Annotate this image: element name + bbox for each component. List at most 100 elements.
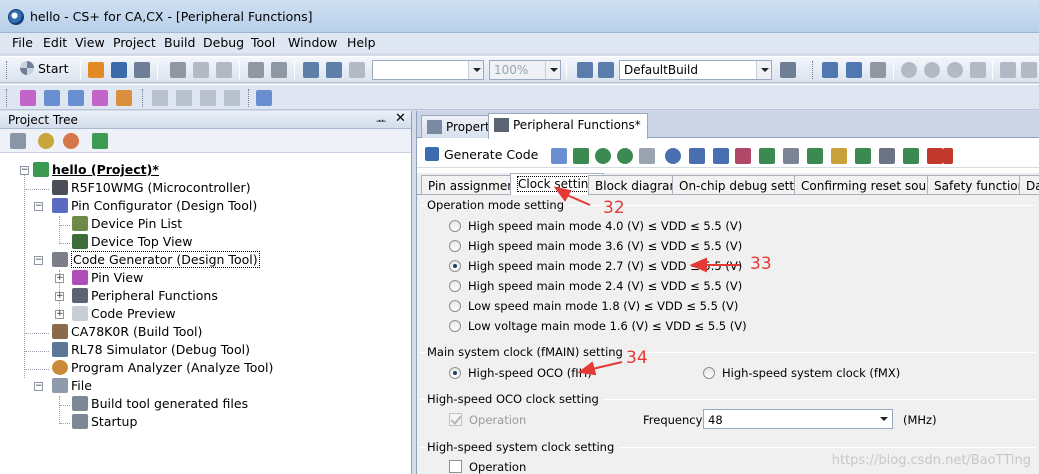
stop-icon[interactable] xyxy=(901,62,917,78)
menu-window[interactable]: Window xyxy=(288,35,337,50)
peripheral-icon[interactable] xyxy=(855,148,871,164)
clock-icon[interactable] xyxy=(38,133,54,149)
paste-icon[interactable] xyxy=(216,62,232,78)
peripheral-icon[interactable] xyxy=(617,148,633,164)
chevron-down-icon[interactable] xyxy=(545,61,560,79)
comment-icon[interactable] xyxy=(176,90,192,106)
menu-view[interactable]: View xyxy=(75,35,105,50)
radio-operation-mode-6[interactable]: Low voltage main mode 1.6 (V) ≤ VDD ≤ 5.… xyxy=(449,319,747,333)
checkbox[interactable] xyxy=(449,460,462,473)
radio-button[interactable] xyxy=(449,280,461,292)
radio-operation-mode-5[interactable]: Low speed main mode 1.8 (V) ≤ VDD ≤ 5.5 … xyxy=(449,299,738,313)
peripheral-icon[interactable] xyxy=(879,148,895,164)
peripheral-icon[interactable] xyxy=(735,148,751,164)
layout-icon[interactable] xyxy=(256,90,272,106)
tree-node-debug-tool[interactable]: RL78 Simulator (Debug Tool) xyxy=(52,342,250,360)
tree-node-build-tool-generated-files[interactable]: Build tool generated files xyxy=(72,396,248,414)
save-all-icon[interactable] xyxy=(134,62,150,78)
tree-expand-toggle[interactable]: + xyxy=(55,292,64,301)
chevron-down-icon[interactable] xyxy=(756,61,771,79)
tab-data-flash[interactable]: Da xyxy=(1019,175,1039,195)
peripheral-icon[interactable] xyxy=(759,148,775,164)
connect-icon[interactable] xyxy=(846,62,862,78)
battery-icon[interactable] xyxy=(943,148,953,164)
bookmark-clear-icon[interactable] xyxy=(116,90,132,106)
radio-button[interactable] xyxy=(449,320,461,332)
menu-tool[interactable]: Tool xyxy=(251,35,275,50)
radio-operation-mode-4[interactable]: High speed main mode 2.4 (V) ≤ VDD ≤ 5.5… xyxy=(449,279,742,293)
undo-icon[interactable] xyxy=(248,62,264,78)
go-icon[interactable] xyxy=(924,62,940,78)
peripheral-icon[interactable] xyxy=(595,148,611,164)
step-over-icon[interactable] xyxy=(1021,62,1037,78)
bookmark-prev-icon[interactable] xyxy=(68,90,84,106)
radio-button[interactable] xyxy=(449,220,461,232)
refresh-icon[interactable] xyxy=(92,133,108,149)
toolbar-grip[interactable] xyxy=(142,89,145,107)
message-icon[interactable] xyxy=(224,90,240,106)
menu-project[interactable]: Project xyxy=(113,35,156,50)
radio-button[interactable] xyxy=(449,240,461,252)
tree-node-device-top-view[interactable]: Device Top View xyxy=(72,234,192,252)
tab-peripheral-functions[interactable]: Peripheral Functions* xyxy=(488,113,648,139)
chevron-down-icon[interactable] xyxy=(468,61,483,79)
close-icon[interactable]: ✕ xyxy=(395,111,406,126)
sort-icon[interactable] xyxy=(10,133,26,149)
run-icon[interactable] xyxy=(947,62,963,78)
uncomment-icon[interactable] xyxy=(200,90,216,106)
peripheral-icon[interactable] xyxy=(551,148,567,164)
tree-node-microcontroller[interactable]: R5F10WMG (Microcontroller) xyxy=(52,180,251,198)
peripheral-icon[interactable] xyxy=(807,148,823,164)
checkbox[interactable] xyxy=(449,413,462,426)
tree-node-device-pin-list[interactable]: Device Pin List xyxy=(72,216,182,234)
peripheral-icon[interactable] xyxy=(831,148,847,164)
peripheral-icon[interactable] xyxy=(665,148,681,164)
build-config-icon[interactable] xyxy=(598,62,614,78)
start-button[interactable]: Start xyxy=(20,61,69,79)
frequency-select[interactable]: 48 xyxy=(703,409,893,429)
radio-operation-mode-3[interactable]: High speed main mode 2.7 (V) ≤ VDD ≤ 5.5… xyxy=(449,259,742,273)
redo-icon[interactable] xyxy=(271,62,287,78)
peripheral-icon[interactable] xyxy=(927,148,943,164)
radio-button[interactable] xyxy=(449,260,461,272)
build-settings-icon[interactable] xyxy=(577,62,593,78)
oco-operation-checkbox[interactable]: Operation xyxy=(449,413,526,427)
bookmark-list-icon[interactable] xyxy=(92,90,108,106)
radio-button[interactable] xyxy=(703,367,715,379)
chevron-down-icon[interactable] xyxy=(876,410,892,428)
menu-file[interactable]: File xyxy=(12,35,33,50)
tree-collapse-toggle[interactable]: − xyxy=(34,202,43,211)
open-icon[interactable] xyxy=(88,62,104,78)
step-in-icon[interactable] xyxy=(1000,62,1016,78)
reset-icon[interactable] xyxy=(870,62,886,78)
zoom-combo[interactable]: 100% xyxy=(489,60,561,80)
tree-node-pin-configurator[interactable]: Pin Configurator (Design Tool) xyxy=(52,198,257,216)
peripheral-icon[interactable] xyxy=(713,148,729,164)
tree-node-peripheral-functions[interactable]: Peripheral Functions xyxy=(72,288,218,306)
tree-node-file[interactable]: File xyxy=(52,378,92,396)
user-icon[interactable] xyxy=(63,133,79,149)
build-config-combo[interactable]: DefaultBuild xyxy=(619,60,772,80)
tree-node-code-preview[interactable]: Code Preview xyxy=(72,306,176,324)
peripheral-icon[interactable] xyxy=(689,148,705,164)
toolbar-grip[interactable] xyxy=(812,61,815,79)
toolbar-grip[interactable] xyxy=(248,89,251,107)
radio-high-speed-oco[interactable]: High-speed OCO (fIH) xyxy=(449,366,592,380)
toolbar-grip[interactable] xyxy=(6,89,9,107)
build-tool-icon[interactable] xyxy=(780,62,796,78)
peripheral-icon[interactable] xyxy=(783,148,799,164)
window-icon[interactable] xyxy=(152,90,168,106)
tree-collapse-toggle[interactable]: − xyxy=(34,256,43,265)
save-icon[interactable] xyxy=(111,62,127,78)
find-prev-icon[interactable] xyxy=(349,62,365,78)
find-icon[interactable] xyxy=(303,62,319,78)
tree-node-code-generator[interactable]: Code Generator (Design Tool) xyxy=(52,251,260,270)
menu-help[interactable]: Help xyxy=(347,35,376,50)
tree-node-build-tool[interactable]: CA78K0R (Build Tool) xyxy=(52,324,202,342)
bookmark-icon[interactable] xyxy=(20,90,36,106)
peripheral-icon[interactable] xyxy=(903,148,919,164)
system-clock-operation-checkbox[interactable]: Operation xyxy=(449,460,526,474)
menu-debug[interactable]: Debug xyxy=(203,35,244,50)
tree-expand-toggle[interactable]: + xyxy=(55,274,64,283)
tree-node-startup[interactable]: Startup xyxy=(72,414,137,432)
